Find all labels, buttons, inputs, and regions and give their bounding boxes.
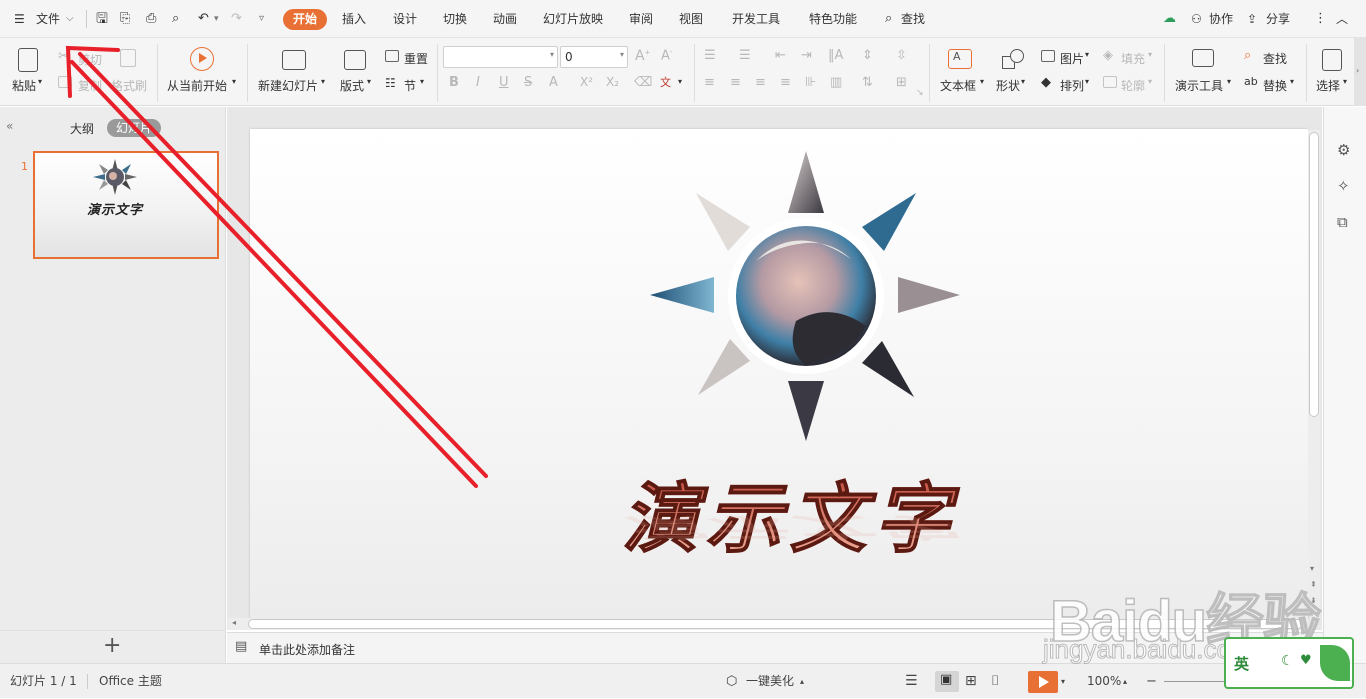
annotation-arrow [65, 45, 488, 488]
